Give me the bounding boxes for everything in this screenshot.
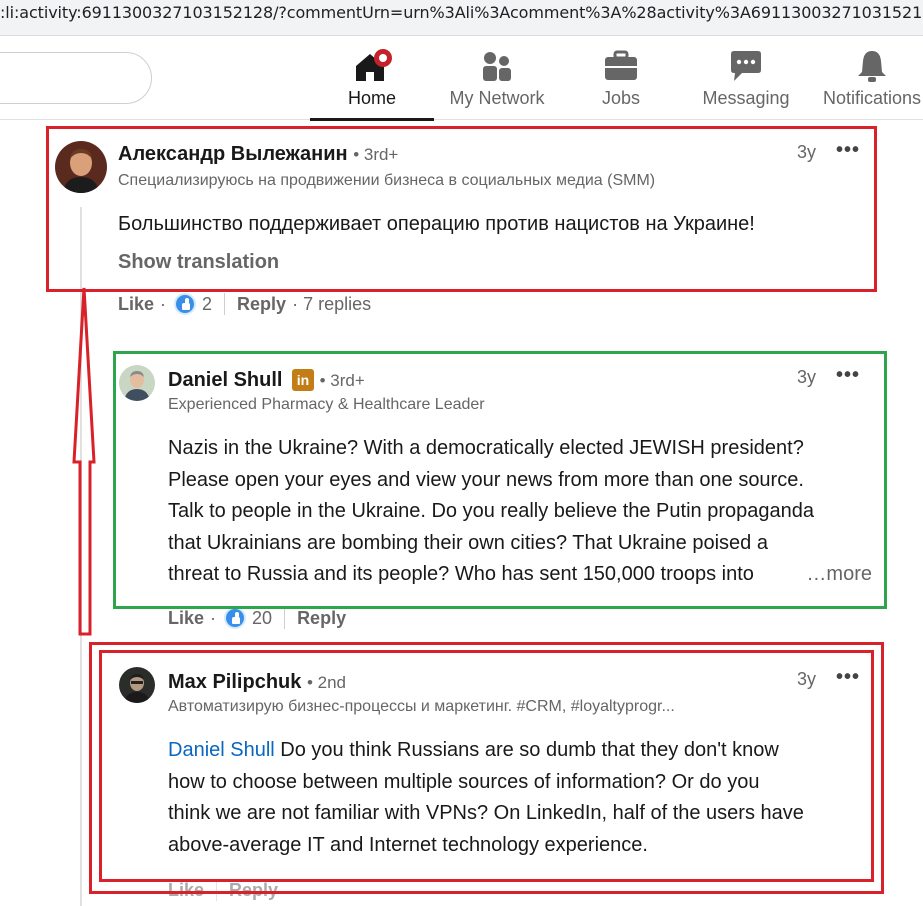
- nav-jobs[interactable]: Jobs: [585, 36, 657, 120]
- text-line: that Ukrainians are bombing their own ci…: [168, 531, 768, 554]
- author-name[interactable]: Daniel Shull: [168, 369, 282, 391]
- divider: [284, 607, 286, 629]
- text-line: Talk to people in the Ukraine. Do you re…: [168, 500, 814, 522]
- comment-actions: Like · 2 Reply · 7 replies: [118, 293, 371, 315]
- linkedin-premium-icon: in: [292, 369, 315, 391]
- home-icon: [356, 49, 392, 81]
- comment-text: Daniel Shull Do you think Russians are s…: [168, 735, 878, 861]
- avatar-image: [119, 365, 155, 401]
- comment-text: Большинство поддерживает операцию против…: [118, 213, 755, 235]
- text-line: Please open your eyes and view your news…: [168, 468, 804, 491]
- text-line: threat to Russia and its people? Who has…: [168, 563, 754, 585]
- like-reaction-icon[interactable]: [174, 293, 197, 315]
- like-button[interactable]: Like: [118, 294, 154, 315]
- reply-button[interactable]: Reply: [237, 294, 286, 315]
- avatar[interactable]: [119, 365, 155, 401]
- text-line: Daniel Shull Do you think Russians are s…: [168, 735, 878, 767]
- nav-messaging-label: Messaging: [702, 88, 790, 108]
- comment-time: 3y: [797, 367, 817, 387]
- more-options-icon[interactable]: •••: [836, 139, 860, 162]
- comment-actions: Like · 20 Reply: [168, 607, 346, 629]
- connection-degree: • 3rd+: [353, 145, 399, 164]
- see-more-link[interactable]: …more: [796, 559, 872, 591]
- avatar[interactable]: [119, 667, 155, 703]
- nav-jobs-label: Jobs: [601, 88, 641, 108]
- comment-author[interactable]: Daniel Shull in • 3rd+: [168, 369, 365, 392]
- nav-notifications[interactable]: Notifications: [814, 36, 923, 120]
- messaging-icon: [731, 51, 761, 81]
- separator-dot: ·: [210, 607, 217, 628]
- comment-text: Nazis in the Ukraine? With a democratica…: [168, 433, 878, 591]
- briefcase-icon: [605, 50, 637, 80]
- comment-time: 3y: [797, 142, 817, 162]
- nav-my-network-label: My Network: [449, 88, 545, 108]
- nav-messaging[interactable]: Messaging: [697, 36, 795, 120]
- url-text[interactable]: :li:activity:6911300327103152128/?commen…: [0, 3, 923, 22]
- nav-notifications-label: Notifications: [822, 88, 922, 108]
- avatar[interactable]: [55, 141, 107, 193]
- comment-thread: Александр Вылежанин • 3rd+ Специализирую…: [0, 121, 923, 906]
- show-translation-link[interactable]: Show translation: [118, 251, 279, 274]
- comment-actions: Like Reply: [168, 879, 278, 901]
- annotation-arrow-up-icon: [72, 287, 96, 636]
- divider: [216, 879, 218, 901]
- text-line-truncated: threat to Russia and its people? Who has…: [168, 559, 872, 591]
- bell-icon: [858, 51, 886, 82]
- author-name[interactable]: Max Pilipchuk: [168, 671, 301, 693]
- text-line: above-average IT and Internet technology…: [168, 833, 648, 856]
- comment-vylezhanin: Александр Вылежанин • 3rd+ Специализирую…: [0, 121, 923, 321]
- comment-author[interactable]: Max Pilipchuk • 2nd: [168, 671, 346, 694]
- connection-degree: • 3rd+: [319, 371, 365, 390]
- more-options-icon[interactable]: •••: [836, 666, 860, 689]
- more-options-icon[interactable]: •••: [836, 364, 860, 387]
- like-reaction-icon[interactable]: [224, 607, 247, 629]
- nav-my-network[interactable]: My Network: [440, 36, 554, 120]
- connection-degree: • 2nd: [306, 673, 346, 692]
- author-headline: Автоматизирую бизнес-процессы и маркетин…: [168, 698, 675, 715]
- search-input[interactable]: [0, 52, 152, 104]
- nav-home[interactable]: Home: [310, 36, 434, 121]
- author-headline: Experienced Pharmacy & Healthcare Leader: [168, 396, 485, 413]
- text-fragment: Do you think Russians are so dumb that t…: [274, 739, 779, 761]
- mention-link[interactable]: Daniel Shull: [168, 739, 275, 761]
- divider: [224, 293, 226, 315]
- comment-time: 3y: [797, 669, 817, 689]
- separator-dot: ·: [160, 293, 167, 314]
- comment-author[interactable]: Александр Вылежанин • 3rd+: [118, 143, 398, 166]
- text-line: think we are not familiar with VPNs? On …: [168, 802, 804, 824]
- avatar-image: [55, 141, 107, 193]
- nav-home-label: Home: [347, 88, 396, 108]
- network-icon: [483, 52, 511, 81]
- replies-count[interactable]: · 7 replies: [292, 294, 371, 315]
- reply-button[interactable]: Reply: [229, 880, 278, 901]
- reply-max-pilipchuk: Max Pilipchuk • 2nd Автоматизирую бизнес…: [0, 651, 923, 906]
- reaction-count[interactable]: 2: [202, 294, 212, 315]
- reply-button[interactable]: Reply: [297, 608, 346, 629]
- reaction-count[interactable]: 20: [252, 608, 272, 629]
- avatar-image: [119, 667, 155, 703]
- author-name[interactable]: Александр Вылежанин: [118, 143, 348, 165]
- like-button[interactable]: Like: [168, 880, 204, 901]
- reply-daniel-shull: Daniel Shull in • 3rd+ Experienced Pharm…: [0, 349, 923, 639]
- author-headline: Специализируюсь на продвижении бизнеса в…: [118, 172, 656, 189]
- address-bar[interactable]: :li:activity:6911300327103152128/?commen…: [0, 0, 923, 36]
- text-line: Nazis in the Ukraine? With a democratica…: [168, 437, 804, 459]
- top-nav: Home My Network Jobs Messaging Notificat…: [0, 36, 923, 121]
- like-button[interactable]: Like: [168, 608, 204, 629]
- text-line: how to choose between multiple sources o…: [168, 770, 760, 793]
